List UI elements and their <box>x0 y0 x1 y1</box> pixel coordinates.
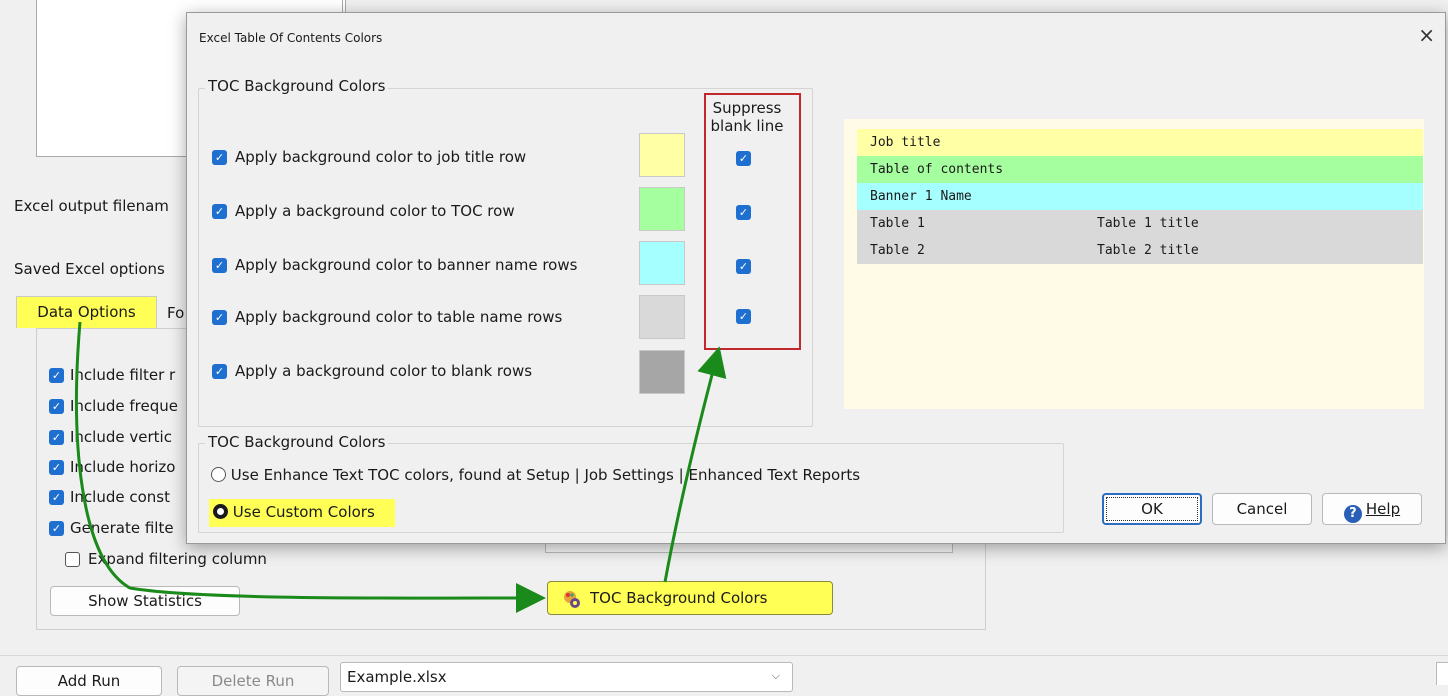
annotation-arrows <box>75 321 727 614</box>
arrow-toc-button-to-suppress <box>663 346 727 583</box>
arrow-data-options-to-toc-button <box>75 321 546 614</box>
